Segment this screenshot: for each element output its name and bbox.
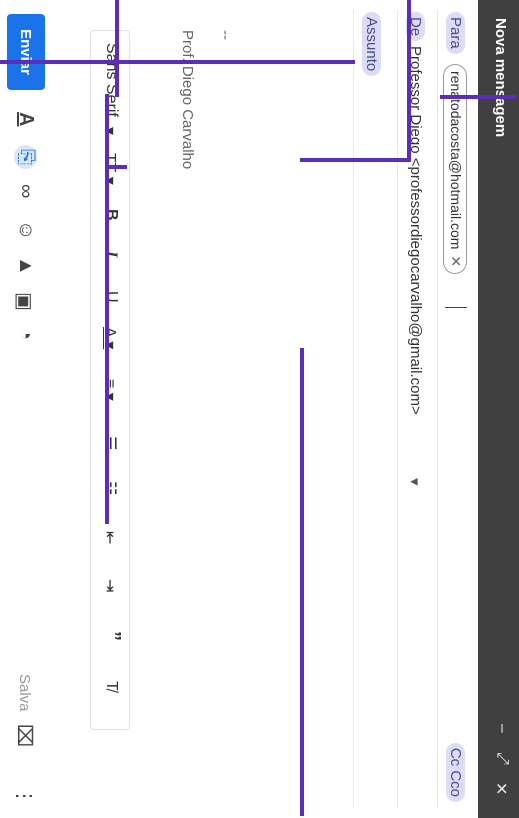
to-row[interactable]: Para renatodacosta@hotmail.com✕ Cc Cco bbox=[437, 10, 473, 808]
minimize-icon[interactable]: – bbox=[493, 724, 511, 733]
compose-titlebar: Nova mensagem – ⤢ ✕ bbox=[478, 0, 519, 818]
callout-line bbox=[407, 0, 411, 162]
confidential-icon[interactable]: ◔ bbox=[14, 328, 37, 340]
quote-icon[interactable]: ” bbox=[101, 631, 124, 641]
callout-line bbox=[115, 0, 119, 97]
cc-bcc-link[interactable]: Cc Cco bbox=[446, 742, 465, 802]
callout-line bbox=[105, 94, 109, 524]
expand-icon[interactable]: ⤢ bbox=[493, 752, 511, 765]
callout-line bbox=[105, 165, 127, 169]
callout-line bbox=[300, 158, 409, 162]
remove-formatting-icon[interactable]: T̸ bbox=[102, 681, 120, 691]
link-icon[interactable]: ∞ bbox=[14, 184, 37, 198]
chip-remove-icon[interactable]: ✕ bbox=[448, 255, 464, 267]
subject-row[interactable]: Assunto bbox=[353, 10, 389, 808]
from-row[interactable]: De Professor Diego <professordiegocarval… bbox=[397, 10, 433, 808]
compose-bottom-bar: Enviar A ⎘ ∞ ☺ ▲ ▣ ◔ Salva ⌧ ⋮ bbox=[0, 0, 86, 818]
send-button[interactable]: Enviar bbox=[7, 14, 45, 90]
from-dropdown-icon[interactable]: ▾ bbox=[406, 478, 424, 486]
photo-icon[interactable]: ▣ bbox=[12, 292, 37, 311]
align-icon[interactable]: ≡ ▾ bbox=[100, 379, 120, 401]
formatting-toolbar: Sans Serif ▾ TT ▾ B I U A ▾ ≡ ▾ ☰ ☷ ⇤ ⇥ … bbox=[90, 30, 130, 730]
formatting-options-icon[interactable]: A bbox=[14, 112, 37, 126]
emoji-icon[interactable]: ☺ bbox=[14, 220, 37, 240]
signature-text: Prof. Diego Carvalho bbox=[179, 30, 196, 170]
to-label[interactable]: Para bbox=[446, 12, 465, 54]
drive-icon[interactable]: ▲ bbox=[14, 256, 37, 276]
compose-title: Nova mensagem bbox=[492, 18, 509, 138]
callout-line bbox=[300, 348, 304, 816]
subject-placeholder[interactable]: Assunto bbox=[362, 12, 381, 77]
attach-icon[interactable]: ⎘ bbox=[14, 145, 37, 169]
text-caret bbox=[445, 307, 467, 308]
saved-status: Salva bbox=[16, 674, 33, 712]
close-icon[interactable]: ✕ bbox=[491, 782, 511, 795]
trash-icon[interactable]: ⌧ bbox=[12, 724, 37, 747]
indent-less-icon[interactable]: ⇤ bbox=[100, 531, 120, 544]
compose-window: Nova mensagem – ⤢ ✕ Para renatodacosta@h… bbox=[0, 0, 519, 818]
font-dropdown-icon[interactable]: ▾ bbox=[100, 127, 120, 135]
callout-line bbox=[0, 60, 355, 64]
bulleted-list-icon[interactable]: ☷ bbox=[100, 481, 120, 495]
numbered-list-icon[interactable]: ☰ bbox=[100, 436, 120, 450]
callout-line bbox=[440, 95, 516, 99]
more-options-icon[interactable]: ⋮ bbox=[12, 786, 37, 806]
indent-more-icon[interactable]: ⇥ bbox=[100, 579, 120, 592]
signature-separator: -- bbox=[217, 30, 234, 40]
text-color-icon[interactable]: A ▾ bbox=[100, 327, 120, 349]
